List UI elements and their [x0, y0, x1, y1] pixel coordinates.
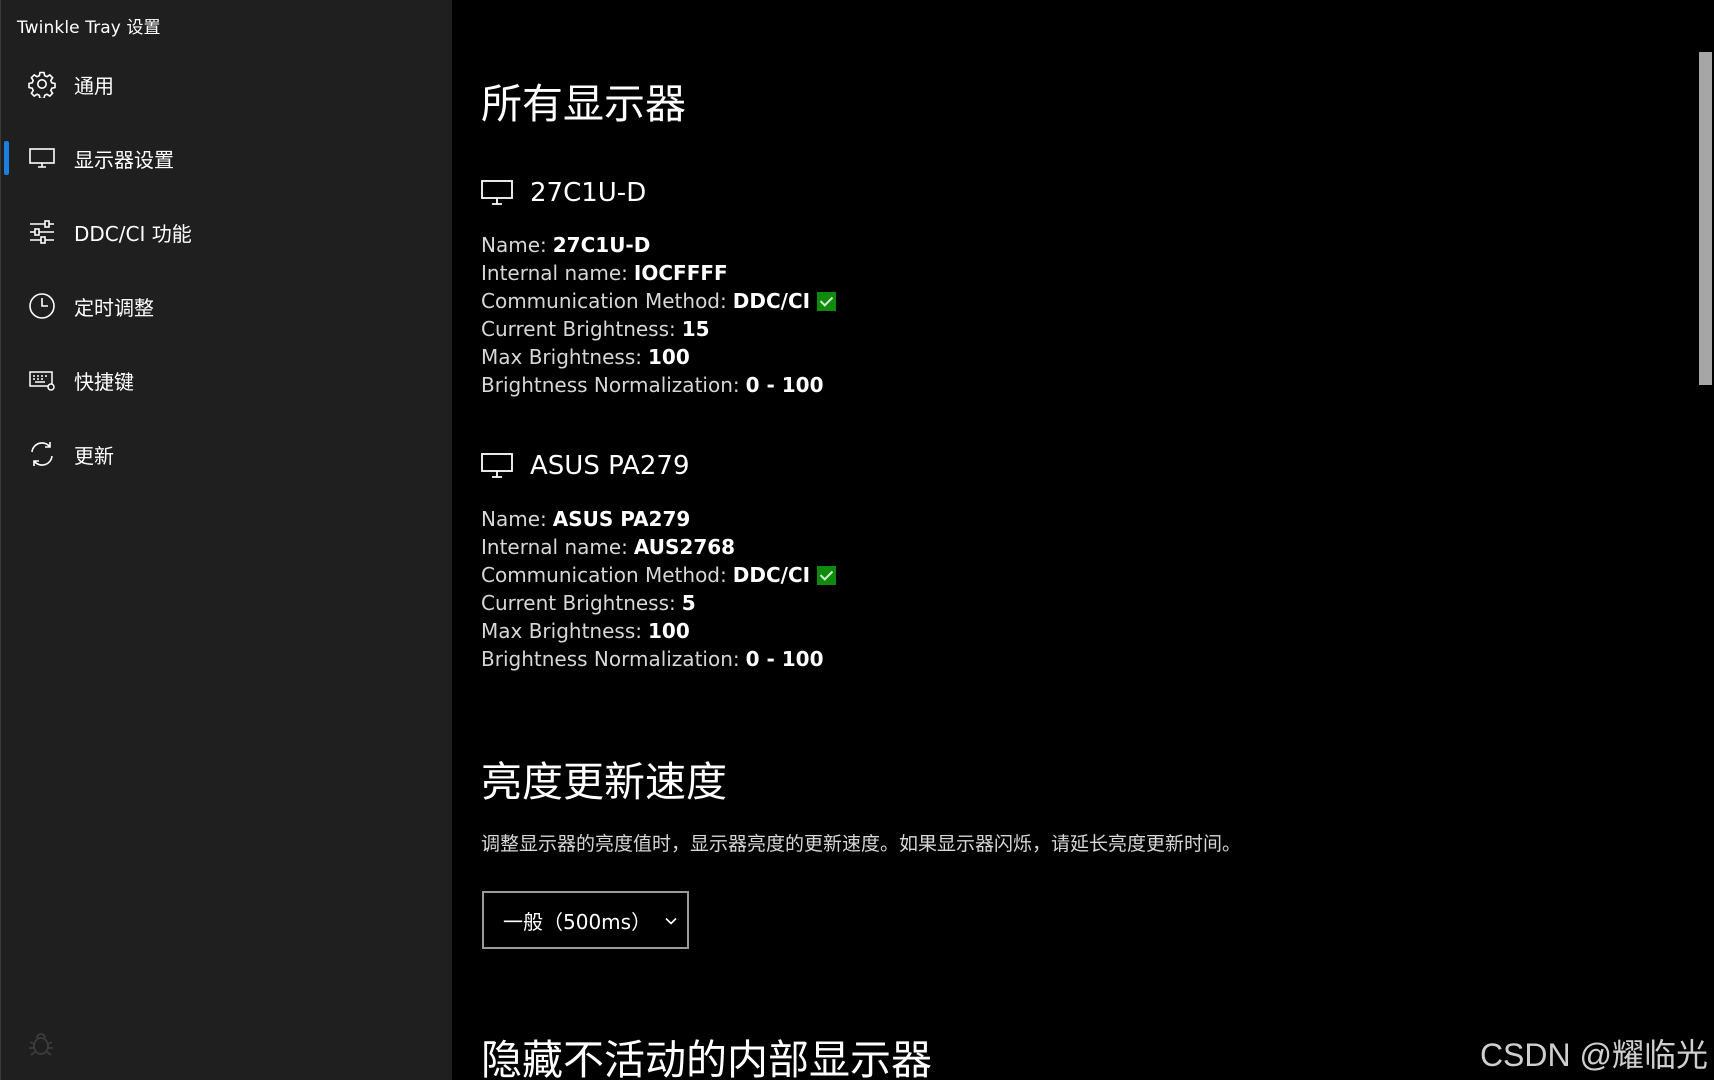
- prop-value: 100: [648, 345, 690, 369]
- prop-key: Brightness Normalization: [481, 647, 733, 671]
- sidebar-item-ddcci[interactable]: DDC/CI 功能: [1, 195, 453, 269]
- clock-icon: [27, 291, 57, 321]
- app-title: Twinkle Tray 设置: [17, 18, 161, 38]
- settings-window: Twinkle Tray 设置 通用 显示器设置 DDC/CI 功能 定时调整 …: [0, 0, 1714, 1080]
- prop-normalization: Brightness Normalization:0 - 100: [481, 371, 836, 399]
- sliders-icon: [27, 217, 57, 247]
- sidebar-item-label: 更新: [74, 443, 114, 468]
- prop-key: Internal name: [481, 261, 622, 285]
- prop-name: Name:27C1U-D: [481, 231, 836, 259]
- sidebar-item-monitors[interactable]: 显示器设置: [1, 121, 453, 195]
- prop-value: ASUS PA279: [552, 507, 691, 531]
- prop-key: Current Brightness: [481, 317, 670, 341]
- prop-key: Internal name: [481, 535, 622, 559]
- prop-comm-method: Communication Method: DDC/CI: [481, 287, 837, 315]
- prop-value: 27C1U-D: [552, 233, 651, 257]
- prop-separator: :: [720, 563, 727, 587]
- prop-key: Name: [481, 233, 541, 257]
- gear-icon: [27, 69, 57, 99]
- prop-key: Max Brightness: [481, 619, 636, 643]
- prop-internal-name: Internal name: AUS2768: [481, 533, 836, 561]
- prop-comm-method: Communication Method: DDC/CI: [481, 561, 837, 589]
- keyboard-icon: [27, 365, 57, 395]
- prop-key: Communication Method: [481, 563, 721, 587]
- bug-icon[interactable]: [27, 1030, 55, 1058]
- chevron-down-icon: [664, 913, 678, 927]
- sidebar-item-label: DDC/CI 功能: [74, 221, 192, 246]
- monitor-header: ASUS PA279: [481, 451, 690, 481]
- check-icon: [817, 565, 837, 585]
- refresh-icon: [27, 439, 57, 469]
- sidebar: Twinkle Tray 设置 通用 显示器设置 DDC/CI 功能 定时调整 …: [0, 0, 452, 1080]
- prop-separator: :: [635, 345, 642, 369]
- prop-separator: :: [732, 373, 740, 397]
- sidebar-item-label: 通用: [74, 73, 114, 98]
- monitor-header: 27C1U-D: [481, 178, 646, 208]
- prop-separator: :: [540, 233, 547, 257]
- prop-current-brightness: Current Brightness:15: [481, 315, 836, 343]
- sidebar-item-hotkeys[interactable]: 快捷键: [1, 343, 453, 417]
- prop-name: Name: ASUS PA279: [481, 505, 836, 533]
- update-speed-title: 亮度更新速度: [481, 758, 727, 806]
- monitor-title: 27C1U-D: [530, 178, 647, 208]
- prop-max-brightness: Max Brightness:100: [481, 617, 836, 645]
- prop-key: Max Brightness: [481, 345, 636, 369]
- update-speed-selected: 一般（500ms）: [503, 909, 652, 934]
- prop-value: IOCFFFF: [633, 261, 728, 285]
- sidebar-item-updates[interactable]: 更新: [1, 417, 453, 491]
- sidebar-item-general[interactable]: 通用: [1, 47, 453, 121]
- prop-separator: :: [621, 535, 628, 559]
- prop-value: DDC/CI: [732, 289, 811, 313]
- scrollbar-thumb[interactable]: [1699, 52, 1712, 385]
- monitor-properties: Name:27C1U-D Internal name: IOCFFFF Commu…: [481, 231, 837, 399]
- prop-separator: :: [540, 507, 547, 531]
- update-speed-description: 调整显示器的亮度值时，显示器亮度的更新速度。如果显示器闪烁，请延长亮度更新时间。: [481, 833, 1242, 855]
- prop-value: DDC/CI: [732, 563, 811, 587]
- update-speed-select[interactable]: 一般（500ms）: [482, 891, 689, 949]
- prop-key: Brightness Normalization: [481, 373, 733, 397]
- prop-value: 5: [681, 591, 696, 615]
- prop-separator: :: [669, 591, 676, 615]
- sidebar-item-schedule[interactable]: 定时调整: [1, 269, 453, 343]
- prop-separator: :: [720, 289, 727, 313]
- prop-key: Name: [481, 507, 541, 531]
- prop-normalization: Brightness Normalization:0 - 100: [481, 645, 836, 673]
- prop-max-brightness: Max Brightness:100: [481, 343, 836, 371]
- prop-internal-name: Internal name: IOCFFFF: [481, 259, 836, 287]
- prop-separator: :: [621, 261, 628, 285]
- prop-value: 100: [648, 619, 690, 643]
- monitor-properties: Name: ASUS PA279 Internal name: AUS2768 Co…: [481, 505, 837, 673]
- hide-internal-title: 隐藏不活动的内部显示器: [481, 1036, 932, 1080]
- prop-value: 15: [681, 317, 710, 341]
- monitor-title: ASUS PA279: [530, 451, 690, 481]
- watermark: CSDN @耀临光: [1479, 1037, 1708, 1073]
- sidebar-nav: 通用 显示器设置 DDC/CI 功能 定时调整 快捷键 更新: [1, 47, 453, 491]
- monitor-icon: [481, 180, 513, 205]
- page-title: 所有显示器: [481, 80, 686, 128]
- sidebar-item-label: 快捷键: [74, 369, 134, 394]
- prop-separator: :: [669, 317, 676, 341]
- prop-value: AUS2768: [633, 535, 736, 559]
- prop-value: 0 - 100: [745, 373, 824, 397]
- monitor-icon: [481, 453, 513, 478]
- sidebar-item-label: 定时调整: [74, 295, 154, 320]
- prop-current-brightness: Current Brightness:5: [481, 589, 836, 617]
- check-icon: [817, 291, 837, 311]
- prop-key: Current Brightness: [481, 591, 670, 615]
- sidebar-item-label: 显示器设置: [74, 147, 174, 172]
- monitor-icon: [27, 143, 57, 173]
- prop-separator: :: [732, 647, 740, 671]
- prop-value: 0 - 100: [745, 647, 824, 671]
- prop-separator: :: [635, 619, 642, 643]
- prop-key: Communication Method: [481, 289, 721, 313]
